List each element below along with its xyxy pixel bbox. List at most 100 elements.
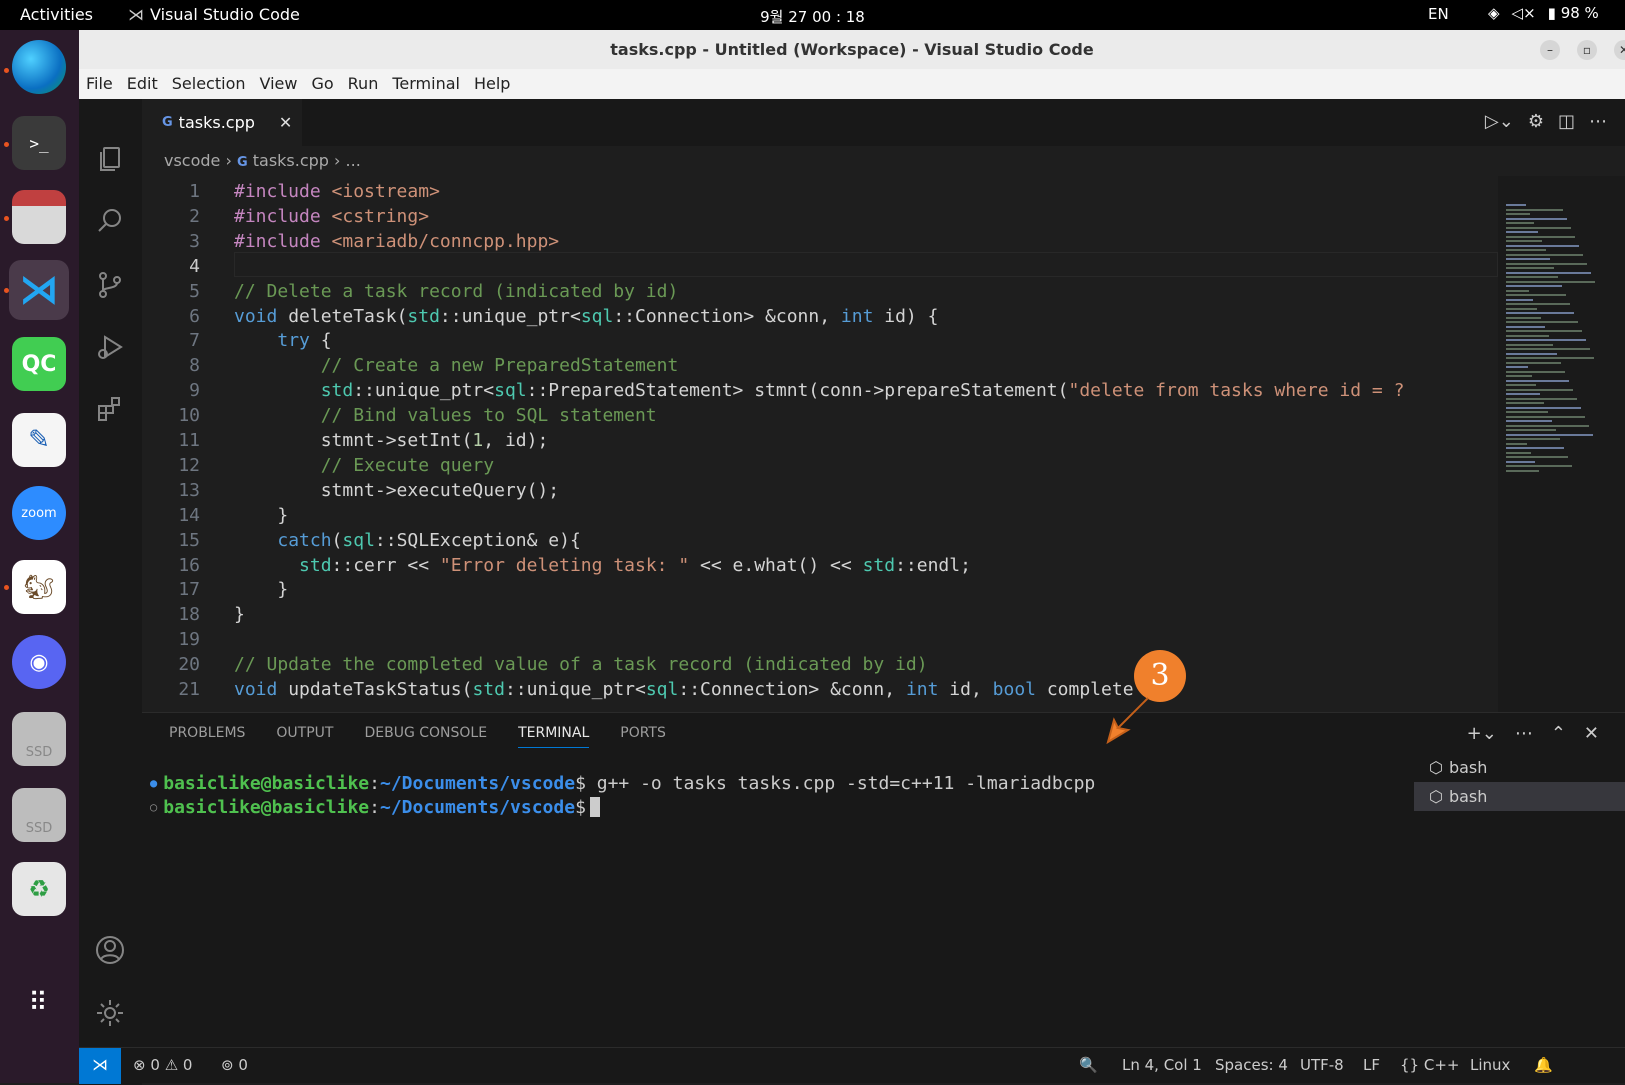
encoding[interactable]: UTF-8 (1300, 1056, 1344, 1074)
tab-problems[interactable]: PROBLEMS (169, 725, 245, 748)
more-actions-icon[interactable]: ⋯ (1589, 111, 1607, 132)
minimap-line (1506, 244, 1579, 247)
remote-indicator-icon[interactable]: ⋊ (79, 1048, 121, 1084)
minimap-line (1506, 397, 1577, 400)
zoom-icon[interactable]: 🔍 (1079, 1056, 1098, 1074)
minimap-line (1506, 348, 1590, 350)
editor-tab-bar: G tasks.cpp ✕ ▷⌄ ⚙ ◫ ⋯ (142, 99, 1625, 146)
new-terminal-icon[interactable]: +⌄ (1467, 723, 1497, 744)
dbeaver-app-icon[interactable]: 🐿 (12, 560, 66, 614)
menu-file[interactable]: File (79, 69, 120, 99)
search-icon[interactable] (92, 203, 128, 239)
close-tab-icon[interactable]: ✕ (279, 113, 292, 132)
code-line: #include <mariadb/conncpp.hpp> (234, 230, 560, 252)
panel-actions: +⌄ ⋯ ⌃ ✕ (1467, 723, 1599, 744)
menu-run[interactable]: Run (341, 69, 386, 99)
trash-icon[interactable]: ♻ (12, 862, 66, 916)
notifications-bell-icon[interactable]: 🔔 (1534, 1056, 1553, 1074)
terminal-icon: ⬡ (1429, 787, 1443, 806)
edge-browser-icon[interactable] (12, 40, 66, 94)
minimap-line (1506, 298, 1533, 301)
minimize-button[interactable]: – (1540, 40, 1560, 60)
code-line: // Create a new PreparedStatement (234, 355, 679, 377)
ssd-drive-icon[interactable]: SSD (12, 788, 66, 842)
menu-help[interactable]: Help (467, 69, 517, 99)
vscode-app-icon[interactable]: ⋊ (9, 260, 69, 320)
tab-output[interactable]: OUTPUT (276, 725, 333, 748)
more-actions-icon[interactable]: ⋯ (1515, 723, 1533, 744)
minimap-line (1506, 226, 1571, 229)
accounts-icon[interactable] (92, 932, 128, 968)
text-editor-icon[interactable]: ✎ (12, 413, 66, 467)
system-status-area[interactable]: ◈ ◁× ▮ 98 % (1488, 4, 1599, 22)
minimap-line (1506, 312, 1574, 314)
close-panel-icon[interactable]: ✕ (1584, 723, 1599, 744)
editor-actions: ▷⌄ ⚙ ◫ ⋯ (1485, 111, 1607, 132)
tab-terminal[interactable]: TERMINAL (518, 725, 590, 748)
menu-terminal[interactable]: Terminal (385, 69, 467, 99)
tab-debug-console[interactable]: DEBUG CONSOLE (364, 725, 487, 748)
minimap-line (1506, 451, 1531, 454)
menu-view[interactable]: View (253, 69, 305, 99)
activities-button[interactable]: Activities (20, 5, 93, 24)
close-window-button[interactable]: ✕ (1614, 40, 1625, 60)
terminal-output[interactable]: ● basiclike@basiclike: ~/Documents/vscode $… (150, 771, 1095, 819)
terminal-session[interactable]: ⬡ bash (1414, 753, 1625, 782)
minimap[interactable] (1498, 176, 1625, 712)
qt-creator-icon[interactable]: QC (12, 337, 66, 391)
split-editor-icon[interactable]: ◫ (1558, 111, 1575, 132)
terminal-app-icon[interactable]: >_ (12, 116, 66, 170)
minimap-line (1506, 271, 1591, 274)
extensions-icon[interactable] (92, 391, 128, 427)
line-number: 2 (189, 205, 200, 227)
indentation[interactable]: Spaces: 4 (1215, 1056, 1288, 1074)
show-apps-icon[interactable]: ⠿ (12, 976, 66, 1030)
menu-go[interactable]: Go (304, 69, 340, 99)
maximize-panel-icon[interactable]: ⌃ (1551, 723, 1566, 744)
zoom-app-icon[interactable]: zoom (12, 486, 66, 540)
clock[interactable]: 9월 27 00 : 18 (760, 8, 865, 26)
code-line: // Bind values to SQL statement (234, 405, 657, 427)
explorer-icon[interactable] (92, 141, 128, 177)
code-line: void deleteTask(std::unique_ptr<sql::Con… (234, 305, 939, 327)
minimap-line (1506, 384, 1536, 386)
minimap-line (1506, 411, 1548, 413)
language-mode[interactable]: {} C++ (1400, 1056, 1460, 1074)
minimap-line (1506, 303, 1570, 305)
minimap-line (1506, 366, 1528, 368)
terminal-session-list: ⬡ bash ⬡ bash (1414, 753, 1625, 811)
line-number: 21 (178, 679, 200, 700)
maximize-button[interactable]: ▫ (1577, 40, 1597, 60)
tab-ports[interactable]: PORTS (620, 725, 666, 748)
problems-status[interactable]: ⊗ 0 ⚠ 0 (133, 1056, 192, 1074)
line-ending[interactable]: LF (1363, 1056, 1380, 1074)
ssd-drive-icon[interactable]: SSD (12, 712, 66, 766)
settings-gear-icon[interactable]: ⚙ (1528, 111, 1544, 132)
volume-muted-icon: ◁× (1511, 4, 1536, 22)
cursor-position[interactable]: Ln 4, Col 1 (1122, 1056, 1202, 1074)
menu-edit[interactable]: Edit (120, 69, 165, 99)
active-app-menu[interactable]: ⋊ Visual Studio Code (128, 5, 300, 24)
run-code-icon[interactable]: ▷⌄ (1485, 111, 1514, 132)
source-control-icon[interactable] (92, 267, 128, 303)
input-language[interactable]: EN (1428, 5, 1449, 23)
breadcrumb: vscode › G tasks.cpp › ... (142, 146, 361, 176)
manage-gear-icon[interactable] (92, 995, 128, 1031)
ports-status[interactable]: ⊚ 0 (221, 1056, 248, 1074)
discord-app-icon[interactable]: ◉ (12, 635, 66, 689)
code-editor[interactable]: 1 #include <iostream> 2 #include <cstring> 3… (142, 176, 1498, 712)
minimap-line (1506, 316, 1541, 319)
breadcrumb-file[interactable]: tasks.cpp (253, 151, 329, 170)
minimap-line (1506, 325, 1545, 328)
run-debug-icon[interactable] (92, 329, 128, 365)
breadcrumb-folder[interactable]: vscode (164, 151, 220, 170)
minimap-line (1506, 280, 1595, 283)
os-indicator[interactable]: Linux (1470, 1056, 1510, 1074)
minimap-line (1506, 289, 1529, 292)
menu-selection[interactable]: Selection (165, 69, 253, 99)
files-app-icon[interactable] (12, 190, 66, 244)
terminal-session-active[interactable]: ⬡ bash (1414, 782, 1625, 811)
tab-tasks-cpp[interactable]: G tasks.cpp ✕ (142, 99, 302, 146)
breadcrumb-symbols[interactable]: ... (346, 151, 361, 170)
minimap-line (1506, 456, 1568, 458)
